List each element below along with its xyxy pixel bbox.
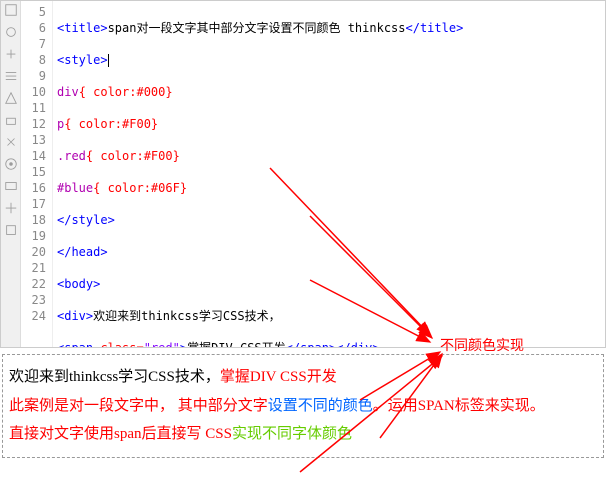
tool-icon[interactable] [4,69,18,83]
tool-icon[interactable] [4,179,18,193]
code-area[interactable]: <title>span对一段文字其中部分文字设置不同颜色 thinkcss</t… [53,1,605,347]
tool-icon[interactable] [4,157,18,171]
preview-text-red: 掌握DIV CSS开发 [220,369,337,385]
code-editor: 56789101112131415161718192021222324 <tit… [0,0,606,348]
preview-text: 此案例是对一段文字中， 其中部分文字 [9,398,268,414]
tool-icon[interactable] [4,47,18,61]
preview-text: 。运用SPAN标签来实现。 [373,398,545,414]
tool-icon[interactable] [4,25,18,39]
editor-toolbar [1,1,21,347]
tool-icon[interactable] [4,113,18,127]
preview-text-green: 实现不同字体颜色 [232,426,352,442]
annotation-label: 不同颜色实现 [440,335,524,355]
tool-icon[interactable] [4,201,18,215]
tool-icon[interactable] [4,223,18,237]
preview-text: 欢迎来到thinkcss学习CSS技术， [9,369,220,385]
tool-icon[interactable] [4,3,18,17]
line-gutter: 56789101112131415161718192021222324 [21,1,53,347]
browser-preview: 欢迎来到thinkcss学习CSS技术，掌握DIV CSS开发 此案例是对一段文… [2,354,604,458]
tool-icon[interactable] [4,91,18,105]
preview-text-blue: 设置不同的颜色 [268,398,373,414]
preview-text: 直接对文字使用span后直接写 CSS [9,426,232,442]
tool-icon[interactable] [4,135,18,149]
text-cursor [108,54,109,67]
